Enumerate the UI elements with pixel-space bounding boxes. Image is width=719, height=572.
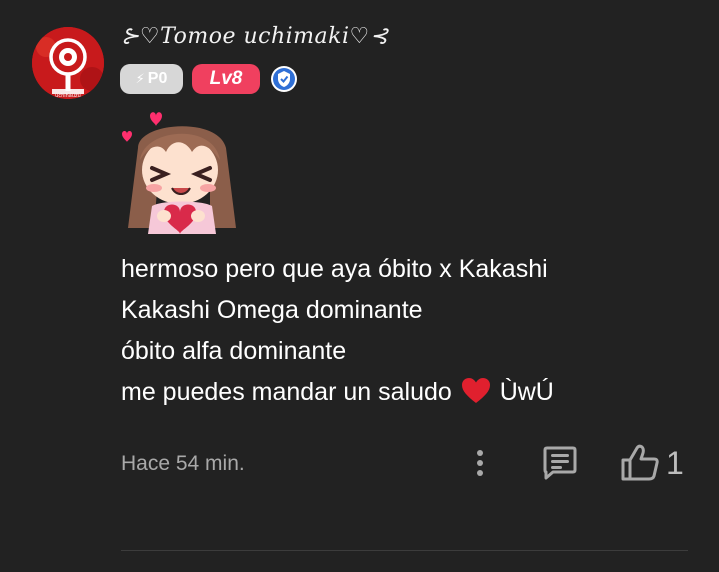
vertical-dots-icon[interactable]	[470, 448, 490, 478]
user-avatar[interactable]: uchihauzu	[32, 27, 104, 99]
username[interactable]: ⊱♡Tomoe uchimaki♡⊰	[121, 24, 389, 49]
points-badge[interactable]: ⚡ P0	[120, 64, 183, 94]
comment-line: hermoso pero que aya óbito x Kakashi	[121, 255, 548, 283]
level-badge[interactable]: Lv8	[192, 64, 260, 94]
anime-girl-sticker	[118, 108, 246, 234]
thumbs-up-icon[interactable]	[620, 444, 660, 482]
user-badges: ⚡ P0 Lv8	[120, 64, 298, 94]
like-count: 1	[666, 445, 684, 481]
lightning-icon: ⚡	[135, 71, 145, 86]
comment-line: me puedes mandar un saludo ÙwÚ	[121, 372, 554, 417]
comment-line: óbito alfa dominante	[121, 337, 347, 365]
points-value: P0	[147, 70, 168, 87]
shield-check-icon[interactable]	[270, 65, 298, 93]
comment-line-text: ÙwÚ	[499, 378, 554, 406]
svg-text:uchihauzu: uchihauzu	[55, 93, 81, 99]
comment-time: Hace 54 min.	[121, 452, 245, 475]
comment-line-text: me puedes mandar un saludo	[121, 378, 452, 406]
comment-divider	[121, 550, 688, 551]
comment-text: hermoso pero que aya óbito x Kakashi Kak…	[121, 249, 554, 417]
red-heart-emoji	[461, 376, 491, 417]
comment-icon[interactable]	[541, 446, 579, 480]
comment-line: Kakashi Omega dominante	[121, 296, 423, 324]
